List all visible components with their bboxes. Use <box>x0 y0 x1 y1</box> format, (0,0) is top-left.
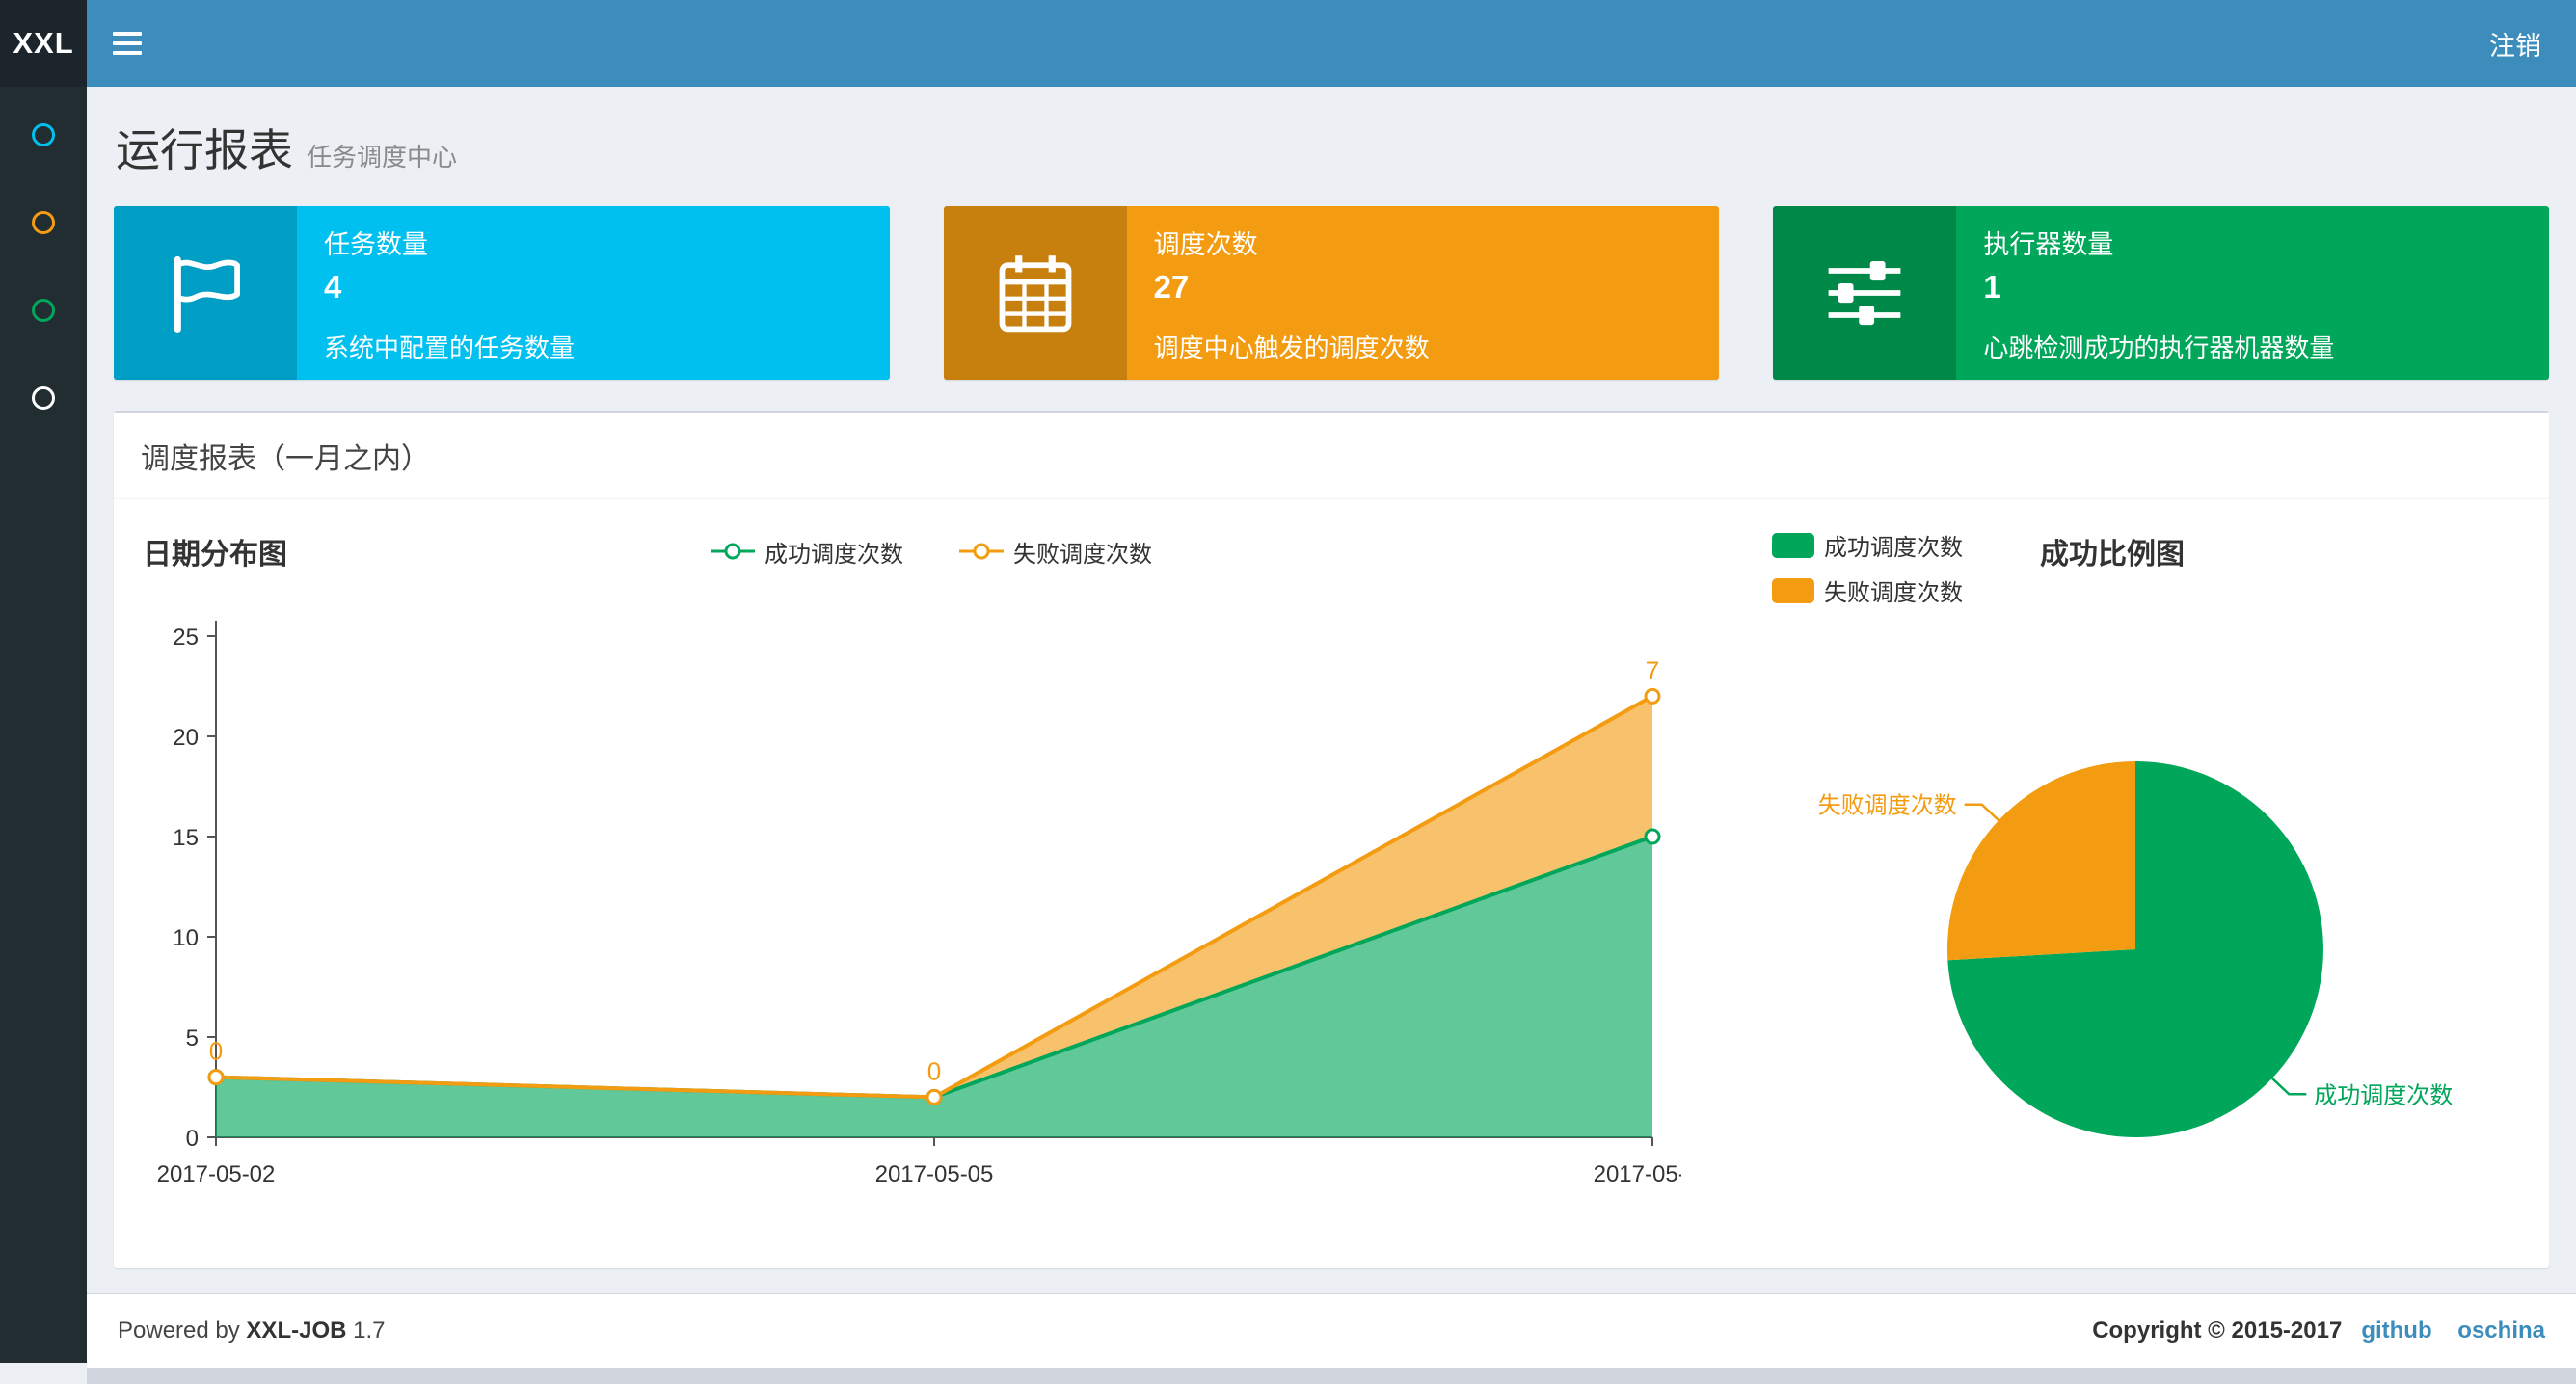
svg-text:0: 0 <box>927 1056 941 1085</box>
svg-text:2017-05-08: 2017-05-08 <box>1594 1161 1681 1187</box>
legend-label: 失败调度次数 <box>1013 541 1152 568</box>
hamburger-icon <box>113 32 142 55</box>
info-box-title: 执行器数量 <box>1983 230 2114 259</box>
legend-label: 成功调度次数 <box>765 541 903 568</box>
product-version: 1.7 <box>353 1317 386 1344</box>
line-legend-marker-icon <box>959 543 1004 560</box>
pie-chart-title: 成功比例图 <box>2040 539 2185 571</box>
info-box-desc: 系统中配置的任务数量 <box>324 333 576 362</box>
github-link[interactable]: github <box>2361 1317 2431 1344</box>
svg-text:7: 7 <box>1646 655 1659 684</box>
date-distribution-section: 日期分布图 成功调度次数 失败调度次数 0 5 10 15 20 25 2017… <box>139 524 1724 1205</box>
sidebar <box>0 87 87 1363</box>
legend-label: 失败调度次数 <box>1824 580 1963 606</box>
svg-text:25: 25 <box>173 625 199 651</box>
sidebar-toggle-button[interactable] <box>87 0 168 87</box>
line-chart-legend: 成功调度次数 失败调度次数 <box>711 535 1152 569</box>
info-box-executors: 执行器数量 1 心跳检测成功的执行器机器数量 <box>1773 206 2550 380</box>
date-distribution-chart: 05101520252017-05-022017-05-052017-05-08… <box>157 621 1711 1187</box>
sliders-icon <box>1773 206 1957 380</box>
legend-item-success[interactable]: 成功调度次数 <box>1772 528 1963 562</box>
info-box-title: 调度次数 <box>1153 230 1258 259</box>
legend-swatch <box>1772 532 1814 558</box>
legend-item-fail[interactable]: 失败调度次数 <box>1772 573 1963 607</box>
svg-text:20: 20 <box>173 725 199 751</box>
top-navbar: XXL 注销 <box>0 0 2576 87</box>
sidebar-menu <box>0 87 87 410</box>
info-box-triggers: 调度次数 27 调度中心触发的调度次数 <box>943 206 1720 380</box>
logout-link[interactable]: 注销 <box>2455 0 2576 87</box>
info-box-value: 4 <box>324 269 342 305</box>
info-box-value: 1 <box>1983 269 2001 305</box>
svg-text:失败调度次数: 失败调度次数 <box>1818 793 1957 819</box>
page-bottom-gutter <box>87 1368 2576 1384</box>
report-panel: 调度报表（一月之内） 日期分布图 成功调度次数 失败调度次数 0 5 10 15… <box>114 411 2549 1268</box>
page-title: 运行报表 任务调度中心 <box>116 125 458 175</box>
legend-label: 成功调度次数 <box>1824 535 1963 561</box>
footer: Powered by XXL-JOB 1.7 Copyright © 2015-… <box>87 1293 2576 1368</box>
line-legend-marker-icon <box>711 543 755 560</box>
svg-text:0: 0 <box>209 1037 223 1066</box>
info-box-title: 任务数量 <box>324 230 428 259</box>
flag-icon <box>114 206 297 380</box>
app-logo: XXL <box>0 0 87 87</box>
svg-text:10: 10 <box>173 925 199 951</box>
panel-title: 调度报表（一月之内） <box>114 413 2549 499</box>
svg-text:5: 5 <box>186 1025 199 1051</box>
main-area: 运行报表 任务调度中心 任务数量 4 系统中配置的任务数量 调度次数 27 调度… <box>87 0 2576 1268</box>
info-box-value: 27 <box>1153 269 1190 305</box>
info-box-desc: 心跳检测成功的执行器机器数量 <box>1983 333 2335 362</box>
legend-item-success[interactable]: 成功调度次数 <box>711 535 903 569</box>
summary-boxes: 任务数量 4 系统中配置的任务数量 调度次数 27 调度中心触发的调度次数 执行… <box>114 206 2550 380</box>
menu-circle-icon[interactable] <box>32 211 55 234</box>
content-header: 运行报表 任务调度中心 <box>114 87 2549 206</box>
menu-circle-icon[interactable] <box>32 299 55 322</box>
menu-circle-icon[interactable] <box>32 386 55 410</box>
success-ratio-chart: 成功调度次数 失败调度次数 <box>1818 761 2453 1137</box>
legend-item-fail[interactable]: 失败调度次数 <box>959 535 1152 569</box>
legend-swatch <box>1772 577 1814 603</box>
menu-circle-icon[interactable] <box>32 123 55 146</box>
pie-chart-legend: 成功调度次数 失败调度次数 <box>1762 528 1963 607</box>
copyright-text: Copyright © 2015-2017 <box>2092 1317 2343 1344</box>
page-subtitle: 任务调度中心 <box>307 143 458 172</box>
product-name: XXL-JOB <box>246 1317 347 1344</box>
svg-text:0: 0 <box>186 1126 199 1152</box>
svg-text:成功调度次数: 成功调度次数 <box>2314 1082 2453 1108</box>
oschina-link[interactable]: oschina <box>2457 1317 2545 1344</box>
svg-text:2017-05-05: 2017-05-05 <box>875 1161 994 1187</box>
line-chart-title: 日期分布图 <box>143 539 287 571</box>
powered-by: Powered by XXL-JOB 1.7 <box>118 1317 386 1344</box>
svg-text:15: 15 <box>173 825 199 851</box>
success-ratio-section: 成功调度次数 失败调度次数 成功比例图 成功调度次数 失败调度次数 <box>1724 524 2524 1205</box>
info-box-desc: 调度中心触发的调度次数 <box>1153 333 1430 362</box>
calendar-icon <box>943 206 1127 380</box>
svg-text:2017-05-02: 2017-05-02 <box>157 1161 276 1187</box>
info-box-jobs: 任务数量 4 系统中配置的任务数量 <box>114 206 890 380</box>
